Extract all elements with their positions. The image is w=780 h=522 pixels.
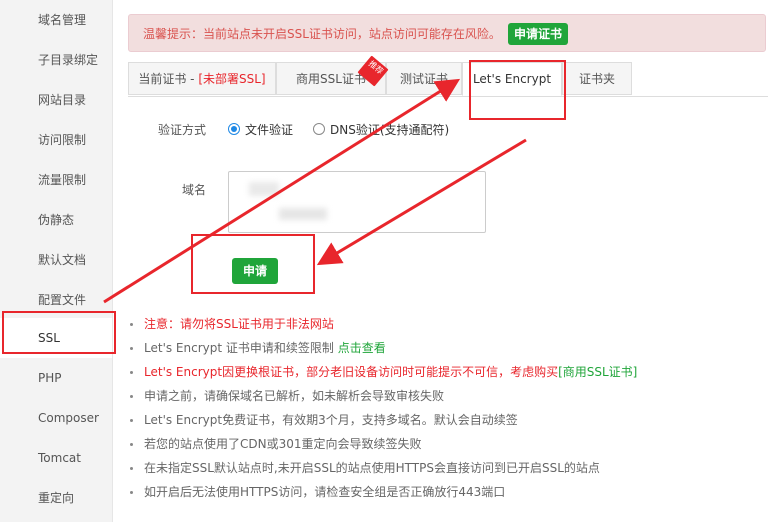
sidebar: 域名管理 子目录绑定 网站目录 访问限制 流量限制 伪静态 默认文档 配置文件 …: [0, 0, 113, 522]
sidebar-item-composer[interactable]: Composer: [0, 398, 112, 438]
sidebar-item-php[interactable]: PHP: [0, 358, 112, 398]
verify-method-label: 验证方式: [158, 123, 207, 137]
sidebar-item-default-doc[interactable]: 默认文档: [0, 240, 112, 280]
sidebar-item-access[interactable]: 访问限制: [0, 120, 112, 160]
radio-dns-verify-label[interactable]: DNS验证(支持通配符): [330, 121, 449, 138]
sidebar-item-site-dir[interactable]: 网站目录: [0, 80, 112, 120]
ssl-warning-alert: 温馨提示：当前站点未开启SSL证书访问，站点访问可能存在风险。 申请证书: [128, 14, 766, 52]
list-item: 申请之前，请确保域名已解析，如未解析会导致审核失败: [130, 384, 637, 408]
list-item: Let's Encrypt免费证书，有效期3个月，支持多域名。默认会自动续签: [130, 408, 637, 432]
blurred-domain: [279, 208, 327, 220]
sidebar-item-traffic[interactable]: 流量限制: [0, 160, 112, 200]
list-item: Let's Encrypt 证书申请和续签限制 点击查看: [130, 336, 637, 360]
radio-file-verify-label[interactable]: 文件验证: [245, 121, 293, 138]
view-limits-link[interactable]: 点击查看: [338, 341, 386, 355]
sidebar-item-redirect[interactable]: 重定向: [0, 478, 112, 518]
list-item: 如开启后无法使用HTTPS访问，请检查安全组是否正确放行443端口: [130, 480, 637, 504]
tab-current-cert-status: [未部署SSL]: [198, 72, 266, 86]
list-item: 注意：请勿将SSL证书用于非法网站: [130, 312, 637, 336]
blurred-domain: [249, 182, 279, 196]
tab-letsencrypt[interactable]: Let's Encrypt: [462, 62, 562, 96]
commercial-ssl-link[interactable]: [商用SSL证书]: [558, 365, 637, 379]
sidebar-item-ssl[interactable]: SSL: [0, 318, 112, 358]
note-text: Let's Encrypt因更换根证书，部分老旧设备访问时可能提示不可信，考虑购…: [144, 365, 559, 379]
alert-text: 温馨提示：当前站点未开启SSL证书访问，站点访问可能存在风险。: [143, 27, 501, 41]
sidebar-item-subdir[interactable]: 子目录绑定: [0, 40, 112, 80]
domain-label: 域名: [182, 183, 207, 197]
sidebar-item-domain[interactable]: 域名管理: [0, 0, 112, 40]
list-item: Let's Encrypt因更换根证书，部分老旧设备访问时可能提示不可信，考虑购…: [130, 360, 637, 384]
notes-list: 注意：请勿将SSL证书用于非法网站 Let's Encrypt 证书申请和续签限…: [130, 312, 637, 504]
apply-button[interactable]: 申请: [232, 258, 278, 284]
list-item: 若您的站点使用了CDN或301重定向会导致续签失败: [130, 432, 637, 456]
tab-test-cert[interactable]: 测试证书: [386, 62, 462, 95]
domain-list-box[interactable]: [228, 171, 486, 233]
tab-current-cert[interactable]: 当前证书 - [未部署SSL]: [128, 62, 276, 95]
list-item: 在未指定SSL默认站点时,未开启SSL的站点使用HTTPS会直接访问到已开启SS…: [130, 456, 637, 480]
radio-file-verify[interactable]: [228, 123, 240, 135]
note-text: Let's Encrypt 证书申请和续签限制: [144, 341, 338, 355]
sidebar-item-config[interactable]: 配置文件: [0, 280, 112, 320]
sidebar-item-rewrite[interactable]: 伪静态: [0, 200, 112, 240]
tab-cert-folder[interactable]: 证书夹: [562, 62, 632, 95]
cert-tabs: 当前证书 - [未部署SSL] 商用SSL证书 测试证书 Let's Encry…: [128, 62, 768, 97]
tab-current-cert-label: 当前证书 -: [138, 72, 199, 86]
radio-dns-verify[interactable]: [313, 123, 325, 135]
apply-cert-button[interactable]: 申请证书: [508, 23, 569, 45]
sidebar-item-tomcat[interactable]: Tomcat: [0, 438, 112, 478]
